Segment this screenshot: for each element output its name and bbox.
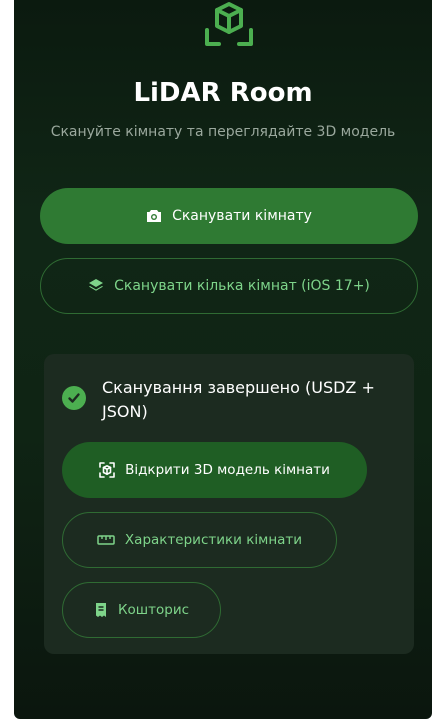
- app-screen: LiDAR Room Скануйте кімнату та перегляда…: [14, 0, 432, 719]
- scan-room-label: Сканувати кімнату: [172, 208, 312, 224]
- estimate-button[interactable]: Кошторис: [62, 582, 221, 638]
- receipt-icon: [94, 602, 108, 618]
- view-3d-icon: [99, 462, 115, 478]
- estimate-label: Кошторис: [117, 602, 190, 618]
- open-3d-model-label: Відкрити 3D модель кімнати: [125, 462, 330, 478]
- cube-scan-icon: [199, 0, 259, 50]
- scan-room-button[interactable]: Сканувати кімнату: [40, 188, 418, 244]
- scan-multi-room-label: Сканувати кілька кімнат (iOS 17+): [114, 278, 370, 294]
- app-subtitle: Скануйте кімнату та переглядайте 3D моде…: [50, 124, 396, 140]
- layers-icon: [88, 278, 104, 294]
- room-characteristics-button[interactable]: Характеристики кімнати: [62, 512, 337, 568]
- app-title: LiDAR Room: [133, 78, 313, 108]
- open-3d-model-button[interactable]: Відкрити 3D модель кімнати: [62, 442, 367, 498]
- check-circle-icon: [62, 386, 86, 410]
- scan-status-text: Сканування завершено (USDZ + JSON): [102, 378, 375, 421]
- scan-multi-room-button[interactable]: Сканувати кілька кімнат (iOS 17+): [40, 258, 418, 314]
- ruler-icon: [97, 535, 115, 545]
- scan-result-card: Сканування завершено (USDZ + JSON) Відкр…: [44, 354, 414, 654]
- room-characteristics-label: Характеристики кімнати: [124, 532, 303, 548]
- scan-status: Сканування завершено (USDZ + JSON): [62, 376, 402, 424]
- camera-icon: [146, 209, 162, 223]
